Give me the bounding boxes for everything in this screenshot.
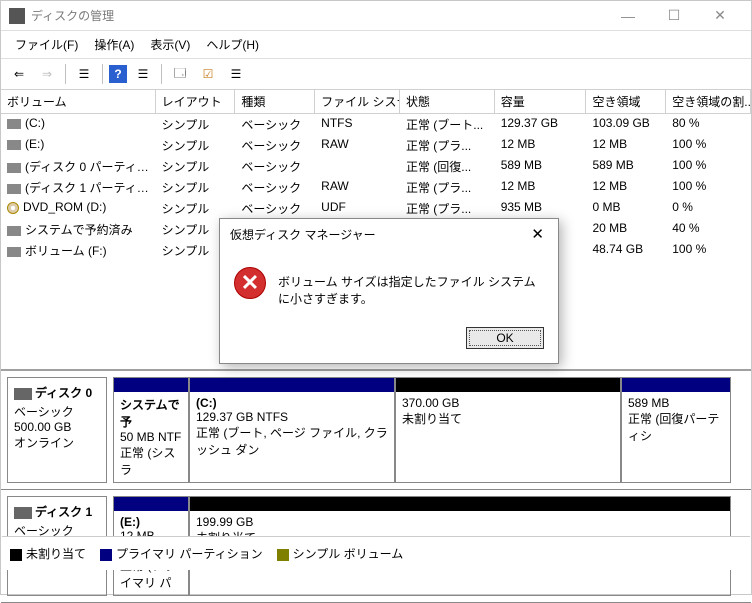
menu-help[interactable]: ヘルプ(H) bbox=[200, 33, 265, 56]
legend-unalloc: 未割り当て bbox=[10, 545, 86, 562]
grid-header: ボリューム レイアウト 種類 ファイル システム 状態 容量 空き領域 空き領域… bbox=[1, 90, 751, 114]
maximize-button[interactable]: ☐ bbox=[651, 1, 697, 31]
toolbar: ⇐ ⇒ ☰ ? ☰ 🗔 ☑ ☰ bbox=[1, 59, 751, 90]
col-type[interactable]: 種類 bbox=[235, 90, 315, 114]
drive-icon bbox=[7, 247, 21, 257]
legend-primary: プライマリ パーティション bbox=[100, 545, 263, 562]
drive-icon bbox=[7, 163, 21, 173]
dvd-icon bbox=[7, 202, 19, 214]
window-title: ディスクの管理 bbox=[31, 7, 605, 24]
menu-action[interactable]: 操作(A) bbox=[88, 33, 140, 56]
drive-icon bbox=[7, 119, 21, 129]
table-row[interactable]: DVD_ROM (D:)シンプルベーシックUDF正常 (プラ...935 MB0… bbox=[1, 198, 751, 219]
col-layout[interactable]: レイアウト bbox=[156, 90, 236, 114]
toolbar-icon-4[interactable]: ☑ bbox=[196, 63, 220, 85]
col-volume[interactable]: ボリューム bbox=[1, 90, 156, 114]
error-dialog: 仮想ディスク マネージャー ✕ ✕ ボリューム サイズは指定したファイル システ… bbox=[219, 218, 559, 364]
drive-icon bbox=[7, 140, 21, 150]
partition[interactable]: 370.00 GB未割り当て bbox=[395, 377, 621, 483]
partition[interactable]: 589 MB正常 (回復パーティシ bbox=[621, 377, 731, 483]
dialog-titlebar: 仮想ディスク マネージャー ✕ bbox=[220, 219, 558, 249]
legend: 未割り当て プライマリ パーティション シンプル ボリューム bbox=[2, 536, 750, 570]
dialog-message: ボリューム サイズは指定したファイル システムに小さすぎます。 bbox=[278, 267, 544, 307]
dialog-title: 仮想ディスク マネージャー bbox=[230, 226, 527, 243]
col-free[interactable]: 空き領域 bbox=[586, 90, 666, 114]
close-button[interactable]: ✕ bbox=[697, 1, 743, 31]
disk-panel: ディスク 0ベーシック500.00 GBオンラインシステムで予50 MB NTF… bbox=[1, 371, 751, 490]
table-row[interactable]: (ディスク 0 パーティシ...シンプルベーシック正常 (回復...589 MB… bbox=[1, 156, 751, 177]
app-icon bbox=[9, 8, 25, 24]
titlebar: ディスクの管理 — ☐ ✕ bbox=[1, 1, 751, 31]
table-row[interactable]: (E:)シンプルベーシックRAW正常 (プラ...12 MB12 MB100 % bbox=[1, 135, 751, 156]
back-button[interactable]: ⇐ bbox=[7, 63, 31, 85]
toolbar-icon-3[interactable]: 🗔 bbox=[168, 63, 192, 85]
disk-icon bbox=[14, 388, 32, 400]
legend-simple: シンプル ボリューム bbox=[277, 545, 404, 562]
drive-icon bbox=[7, 226, 21, 236]
drive-icon bbox=[7, 184, 21, 194]
partition[interactable]: (C:)129.37 GB NTFS正常 (ブート, ページ ファイル, クラッ… bbox=[189, 377, 395, 483]
toolbar-icon-2[interactable]: ☰ bbox=[131, 63, 155, 85]
col-fs[interactable]: ファイル システム bbox=[315, 90, 400, 114]
table-row[interactable]: (C:)シンプルベーシックNTFS正常 (ブート...129.37 GB103.… bbox=[1, 114, 751, 135]
help-icon[interactable]: ? bbox=[109, 65, 127, 83]
menu-file[interactable]: ファイル(F) bbox=[9, 33, 84, 56]
menubar: ファイル(F) 操作(A) 表示(V) ヘルプ(H) bbox=[1, 31, 751, 59]
col-capacity[interactable]: 容量 bbox=[495, 90, 587, 114]
col-status[interactable]: 状態 bbox=[400, 90, 495, 114]
disk-icon bbox=[14, 507, 32, 519]
menu-view[interactable]: 表示(V) bbox=[144, 33, 196, 56]
error-icon: ✕ bbox=[234, 267, 266, 299]
col-freepct[interactable]: 空き領域の割... bbox=[666, 90, 751, 114]
dialog-close-icon[interactable]: ✕ bbox=[527, 225, 548, 243]
toolbar-icon-5[interactable]: ☰ bbox=[224, 63, 248, 85]
ok-button[interactable]: OK bbox=[466, 327, 544, 349]
partition[interactable]: システムで予50 MB NTF正常 (シスラ bbox=[113, 377, 189, 483]
disk-info[interactable]: ディスク 0ベーシック500.00 GBオンライン bbox=[7, 377, 107, 483]
table-row[interactable]: (ディスク 1 パーティシ...シンプルベーシックRAW正常 (プラ...12 … bbox=[1, 177, 751, 198]
minimize-button[interactable]: — bbox=[605, 1, 651, 31]
toolbar-icon-1[interactable]: ☰ bbox=[72, 63, 96, 85]
forward-button[interactable]: ⇒ bbox=[35, 63, 59, 85]
